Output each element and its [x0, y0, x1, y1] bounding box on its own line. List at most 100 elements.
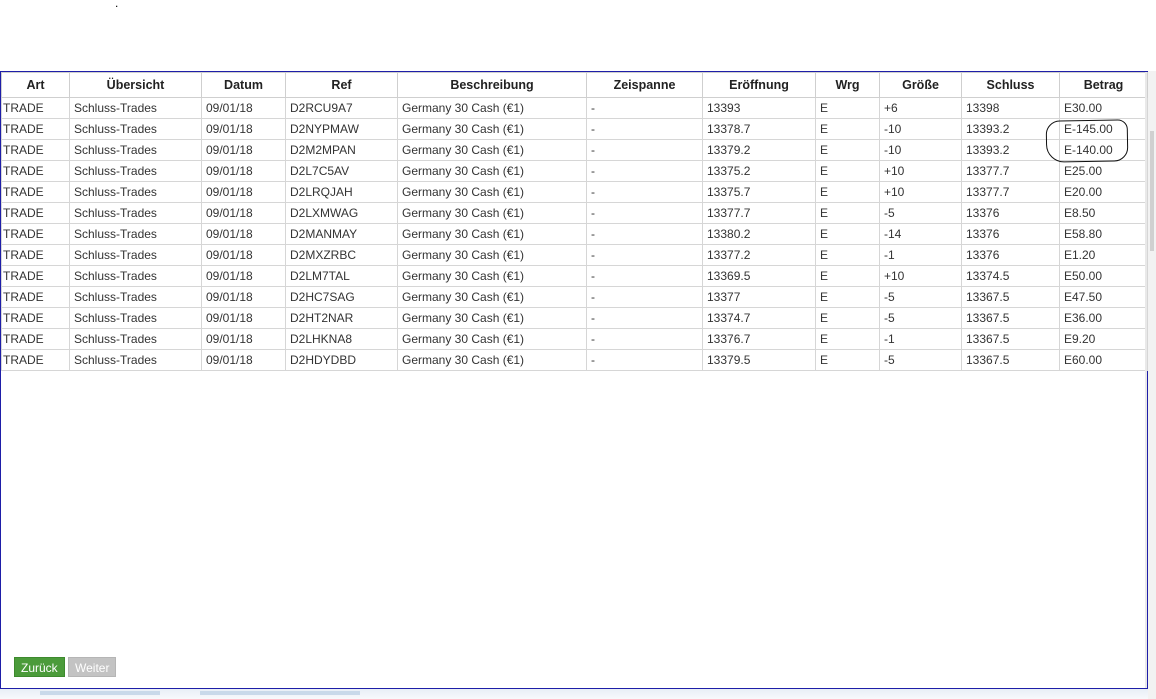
cell-betrag: E30.00 [1059, 97, 1148, 119]
table-row[interactable]: TRADE Schluss-Trades 09/01/18 D2HT2NAR Germa… [1, 307, 1148, 329]
cell-datum: 09/01/18 [201, 139, 286, 161]
cell-beschreibung: Germany 30 Cash (€1) [397, 328, 587, 350]
column-header-zeispanne[interactable]: Zeispanne [586, 72, 703, 98]
cell-betrag: E25.00 [1059, 160, 1148, 182]
cell-datum: 09/01/18 [201, 349, 286, 371]
column-header-groesse[interactable]: Größe [879, 72, 962, 98]
cell-schluss: 13367.5 [961, 328, 1060, 350]
cell-wrg: E [815, 349, 880, 371]
cell-zeispanne: - [586, 118, 703, 140]
cell-wrg: E [815, 202, 880, 224]
cell-groesse: +10 [879, 181, 962, 203]
cell-beschreibung: Germany 30 Cash (€1) [397, 286, 587, 308]
column-header-schluss[interactable]: Schluss [961, 72, 1060, 98]
cell-uebersicht: Schluss-Trades [69, 139, 202, 161]
cell-datum: 09/01/18 [201, 97, 286, 119]
table-row[interactable]: TRADE Schluss-Trades 09/01/18 D2M2MPAN Germa… [1, 139, 1148, 161]
table-row[interactable]: TRADE Schluss-Trades 09/01/18 D2HDYDBD Germa… [1, 349, 1148, 371]
cell-art: TRADE [1, 118, 70, 140]
column-header-art[interactable]: Art [1, 72, 70, 98]
cell-schluss: 13367.5 [961, 349, 1060, 371]
window-bottom-strip [0, 689, 1148, 699]
cell-uebersicht: Schluss-Trades [69, 328, 202, 350]
scrollbar-thumb[interactable] [1150, 131, 1154, 251]
table-row[interactable]: TRADE Schluss-Trades 09/01/18 D2RCU9A7 Germa… [1, 97, 1148, 119]
cell-uebersicht: Schluss-Trades [69, 349, 202, 371]
cell-art: TRADE [1, 349, 70, 371]
cell-beschreibung: Germany 30 Cash (€1) [397, 139, 587, 161]
column-header-ref[interactable]: Ref [285, 72, 398, 98]
cell-groesse: -5 [879, 307, 962, 329]
table-row[interactable]: TRADE Schluss-Trades 09/01/18 D2LXMWAG Germa… [1, 202, 1148, 224]
cell-eroeffnung: 13378.7 [702, 118, 816, 140]
cell-betrag: E20.00 [1059, 181, 1148, 203]
cell-schluss: 13376 [961, 223, 1060, 245]
trades-table: Art Übersicht Datum Ref Beschreibung Zei… [1, 72, 1148, 371]
table-row[interactable]: TRADE Schluss-Trades 09/01/18 D2LHKNA8 Germa… [1, 328, 1148, 350]
cell-ref: D2HC7SAG [285, 286, 398, 308]
vertical-scrollbar[interactable] [1148, 71, 1156, 699]
cell-uebersicht: Schluss-Trades [69, 202, 202, 224]
cell-wrg: E [815, 97, 880, 119]
next-button[interactable]: Weiter [68, 657, 117, 677]
cell-art: TRADE [1, 139, 70, 161]
cell-schluss: 13367.5 [961, 307, 1060, 329]
column-header-datum[interactable]: Datum [201, 72, 286, 98]
cell-eroeffnung: 13377 [702, 286, 816, 308]
cell-groesse: -5 [879, 286, 962, 308]
table-row[interactable]: TRADE Schluss-Trades 09/01/18 D2LRQJAH Germa… [1, 181, 1148, 203]
cell-ref: D2L7C5AV [285, 160, 398, 182]
cell-schluss: 13377.7 [961, 181, 1060, 203]
cell-zeispanne: - [586, 181, 703, 203]
cell-uebersicht: Schluss-Trades [69, 181, 202, 203]
cell-eroeffnung: 13379.2 [702, 139, 816, 161]
cell-art: TRADE [1, 307, 70, 329]
cell-art: TRADE [1, 244, 70, 266]
cell-ref: D2LHKNA8 [285, 328, 398, 350]
column-header-eroeffnung[interactable]: Eröffnung [702, 72, 816, 98]
table-row[interactable]: TRADE Schluss-Trades 09/01/18 D2NYPMAW Germa… [1, 118, 1148, 140]
cell-beschreibung: Germany 30 Cash (€1) [397, 118, 587, 140]
cell-beschreibung: Germany 30 Cash (€1) [397, 349, 587, 371]
column-header-betrag[interactable]: Betrag [1059, 72, 1148, 98]
trades-table-body: TRADE Schluss-Trades 09/01/18 D2RCU9A7 Germa… [1, 97, 1148, 371]
cell-zeispanne: - [586, 223, 703, 245]
cell-wrg: E [815, 118, 880, 140]
cell-ref: D2HDYDBD [285, 349, 398, 371]
cell-datum: 09/01/18 [201, 160, 286, 182]
cell-eroeffnung: 13380.2 [702, 223, 816, 245]
cell-eroeffnung: 13375.7 [702, 181, 816, 203]
cell-wrg: E [815, 286, 880, 308]
cell-zeispanne: - [586, 139, 703, 161]
column-header-beschreibung[interactable]: Beschreibung [397, 72, 587, 98]
cell-betrag: E-145.00 [1059, 118, 1148, 140]
cell-wrg: E [815, 307, 880, 329]
cell-ref: D2NYPMAW [285, 118, 398, 140]
cell-beschreibung: Germany 30 Cash (€1) [397, 265, 587, 287]
column-header-uebersicht[interactable]: Übersicht [69, 72, 202, 98]
table-row[interactable]: TRADE Schluss-Trades 09/01/18 D2L7C5AV Germa… [1, 160, 1148, 182]
cell-uebersicht: Schluss-Trades [69, 160, 202, 182]
table-row[interactable]: TRADE Schluss-Trades 09/01/18 D2MANMAY Germa… [1, 223, 1148, 245]
cell-eroeffnung: 13376.7 [702, 328, 816, 350]
cell-eroeffnung: 13374.7 [702, 307, 816, 329]
cell-uebersicht: Schluss-Trades [69, 118, 202, 140]
cell-datum: 09/01/18 [201, 265, 286, 287]
cell-groesse: -10 [879, 118, 962, 140]
table-row[interactable]: TRADE Schluss-Trades 09/01/18 D2MXZRBC Germa… [1, 244, 1148, 266]
cell-schluss: 13377.7 [961, 160, 1060, 182]
back-button[interactable]: Zurück [14, 657, 65, 677]
table-row[interactable]: TRADE Schluss-Trades 09/01/18 D2HC7SAG Germa… [1, 286, 1148, 308]
cell-art: TRADE [1, 265, 70, 287]
table-row[interactable]: TRADE Schluss-Trades 09/01/18 D2LM7TAL Germa… [1, 265, 1148, 287]
panel-edge [1145, 72, 1147, 688]
cell-betrag: E1.20 [1059, 244, 1148, 266]
cell-wrg: E [815, 265, 880, 287]
cell-ref: D2MXZRBC [285, 244, 398, 266]
cell-zeispanne: - [586, 160, 703, 182]
column-header-wrg[interactable]: Wrg [815, 72, 880, 98]
cell-eroeffnung: 13377.2 [702, 244, 816, 266]
cell-betrag: E50.00 [1059, 265, 1148, 287]
cell-betrag: E-140.00 [1059, 139, 1148, 161]
cell-wrg: E [815, 181, 880, 203]
